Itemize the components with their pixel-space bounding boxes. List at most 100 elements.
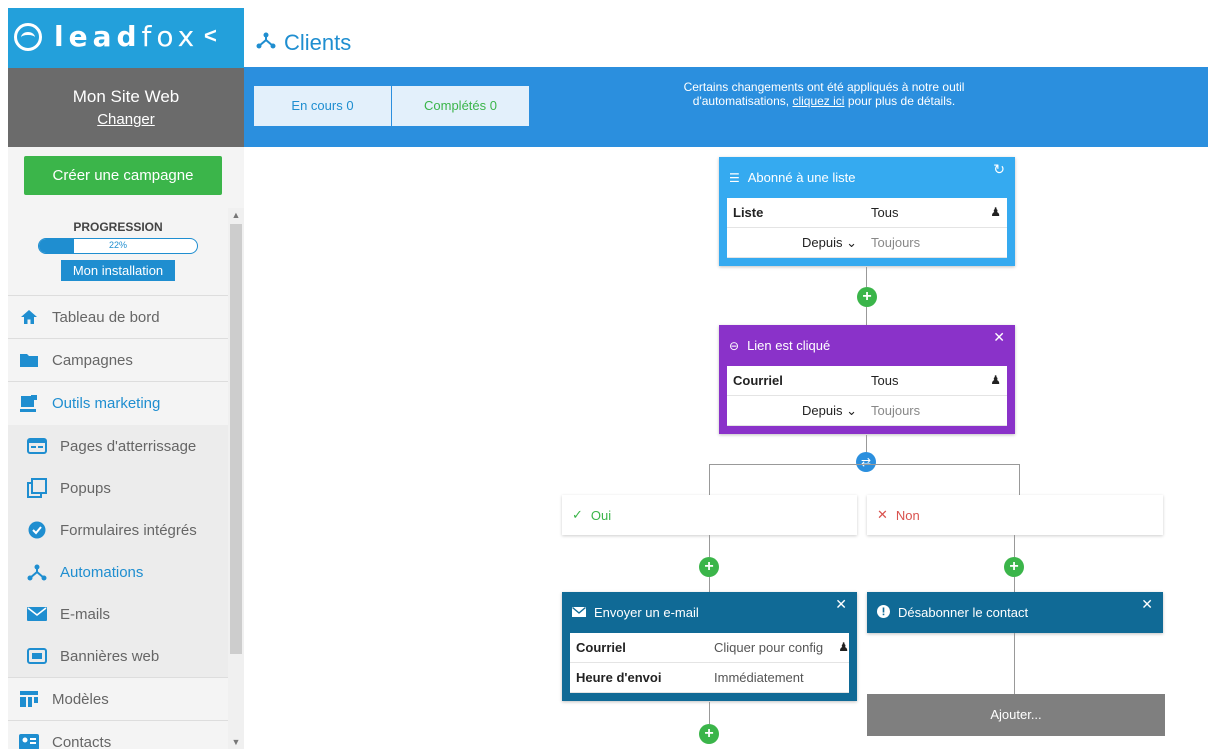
close-icon[interactable]: ✕: [1141, 596, 1153, 613]
person-icon: ♟: [990, 205, 1001, 219]
condition-card[interactable]: ⊖ Lien est cliqué ✕ Courriel Tous ♟ Depui…: [719, 325, 1015, 434]
trigger-card-body: Liste Tous ♟ Depuis ⌄ Toujours: [719, 198, 1015, 266]
sidebar-item-automations[interactable]: Automations: [8, 551, 228, 593]
scroll-down-icon[interactable]: ▼: [228, 737, 244, 747]
progress-bar: 22%: [38, 238, 198, 254]
sidebar-item-landing-pages[interactable]: Pages d'atterrissage: [8, 425, 228, 467]
connector-line: [866, 267, 867, 287]
site-name: Mon Site Web: [72, 87, 180, 106]
link-icon: ⊖: [729, 338, 740, 353]
site-selector: Mon Site Web Changer: [8, 68, 244, 147]
trigger-since-value[interactable]: Toujours: [865, 235, 1007, 250]
sidebar-item-emails[interactable]: E-mails: [8, 593, 228, 635]
sidebar-item-embedded-forms[interactable]: Formulaires intégrés: [8, 509, 228, 551]
field-label: Courriel: [576, 640, 626, 655]
collapse-sidebar-button[interactable]: <: [204, 23, 217, 49]
send-time-value[interactable]: Immédiatement: [708, 670, 849, 685]
send-email-card-body: Courriel Cliquer pour config ♟ Heure d'en…: [562, 633, 857, 701]
notice-text-after: pour plus de détails.: [844, 94, 956, 108]
connector-line: [1014, 633, 1015, 694]
connector-line: [1014, 577, 1015, 592]
since-dropdown[interactable]: Depuis ⌄: [727, 403, 865, 419]
sidebar-item-label: Modèles: [52, 690, 109, 708]
envelope-icon: [26, 604, 48, 624]
tab-in-progress[interactable]: En cours 0: [254, 86, 391, 126]
progress-section: PROGRESSION 22% Mon installation: [8, 208, 228, 296]
connector-line: [866, 435, 867, 453]
templates-icon: [18, 689, 40, 709]
page-title: Clients: [256, 30, 351, 56]
field-label: Courriel: [733, 373, 783, 388]
unsubscribe-title: Désabonner le contact: [898, 605, 1029, 620]
add-step-button[interactable]: +: [699, 557, 719, 577]
unsubscribe-card-header: Désabonner le contact ✕: [867, 592, 1163, 633]
condition-since-value[interactable]: Toujours: [865, 403, 1007, 418]
branch-no[interactable]: ✕ Non: [867, 495, 1163, 535]
changes-notice: Certains changements ont été appliqués à…: [674, 80, 974, 108]
field-value: Tous: [871, 205, 899, 220]
add-step-button[interactable]: +: [1004, 557, 1024, 577]
field-value: Tous: [871, 373, 899, 388]
trigger-list-value[interactable]: Tous ♟: [865, 205, 1007, 220]
send-email-card-header: Envoyer un e-mail ✕: [562, 592, 857, 633]
sidebar-item-label: Automations: [60, 563, 144, 581]
connector-line: [709, 464, 710, 495]
condition-title: Lien est cliqué: [747, 338, 831, 353]
connector-line: [709, 577, 710, 592]
notice-link[interactable]: cliquez ici: [792, 94, 844, 108]
connector-line: [866, 307, 867, 325]
send-email-title: Envoyer un e-mail: [594, 605, 699, 620]
tab-completed[interactable]: Complétés 0: [392, 86, 529, 126]
landing-page-icon: [26, 436, 48, 456]
email-config-value[interactable]: Cliquer pour config ♟: [708, 640, 849, 655]
sidebar-item-campaigns[interactable]: Campagnes: [8, 339, 228, 382]
add-step-button[interactable]: +: [857, 287, 877, 307]
condition-card-header: ⊖ Lien est cliqué ✕: [719, 325, 1015, 366]
trigger-since-row: Depuis ⌄ Toujours: [727, 228, 1007, 258]
my-installation-button[interactable]: Mon installation: [60, 260, 176, 281]
leadfox-logo[interactable]: leadfox: [14, 20, 199, 53]
close-icon[interactable]: ✕: [835, 596, 847, 613]
sidebar-item-popups[interactable]: Popups: [8, 467, 228, 509]
scroll-up-icon[interactable]: ▲: [228, 210, 244, 220]
trigger-title: Abonné à une liste: [747, 170, 856, 185]
sidebar-item-dashboard[interactable]: Tableau de bord: [8, 296, 228, 339]
marketing-icon: [18, 394, 40, 414]
sidebar-item-label: Tableau de bord: [52, 308, 160, 326]
branch-yes[interactable]: ✓ Oui: [562, 495, 857, 535]
trigger-card[interactable]: ☰ Abonné à une liste ↻ Liste Tous ♟ Depui…: [719, 157, 1015, 266]
change-site-link[interactable]: Changer: [97, 111, 155, 128]
automation-icon: [26, 562, 48, 582]
logo-text-fox: fox: [141, 20, 200, 53]
condition-email-row: Courriel Tous ♟: [727, 366, 1007, 396]
email-row: Courriel Cliquer pour config ♟: [570, 633, 849, 663]
add-step-button[interactable]: +: [699, 724, 719, 744]
field-label: Heure d'envoi: [576, 670, 662, 685]
close-icon[interactable]: ✕: [993, 329, 1005, 346]
unsubscribe-card[interactable]: Désabonner le contact ✕: [867, 592, 1163, 633]
progress-percent: 22%: [108, 240, 127, 250]
scroll-thumb[interactable]: [230, 224, 242, 654]
sidebar-item-templates[interactable]: Modèles: [8, 678, 228, 721]
page-title-text: Clients: [284, 30, 352, 55]
since-dropdown[interactable]: Depuis ⌄: [727, 235, 865, 251]
add-step-button[interactable]: Ajouter...: [867, 694, 1165, 736]
sidebar-item-label: Campagnes: [52, 351, 133, 369]
logo-bar: leadfox <: [8, 8, 244, 68]
sidebar-scrollbar[interactable]: ▲ ▼: [228, 208, 244, 749]
sidebar-item-label: Pages d'atterrissage: [60, 437, 197, 455]
sidebar-item-label: Contacts: [52, 733, 112, 749]
contacts-icon: [18, 732, 40, 749]
condition-email-value[interactable]: Tous ♟: [865, 373, 1007, 388]
refresh-icon[interactable]: ↻: [993, 161, 1005, 178]
sidebar-item-marketing-tools[interactable]: Outils marketing: [8, 382, 228, 425]
connector-line: [1014, 535, 1015, 557]
create-campaign-button[interactable]: Créer une campagne: [24, 156, 222, 195]
swap-branches-button[interactable]: ⇄: [856, 452, 876, 472]
connector-line: [1019, 464, 1020, 495]
send-email-card[interactable]: Envoyer un e-mail ✕ Courriel Cliquer pou…: [562, 592, 857, 701]
sidebar-item-web-banners[interactable]: Bannières web: [8, 635, 228, 677]
progress-label: PROGRESSION: [73, 220, 163, 234]
sidebar-item-contacts[interactable]: Contacts: [8, 721, 228, 749]
trigger-list-row: Liste Tous ♟: [727, 198, 1007, 228]
